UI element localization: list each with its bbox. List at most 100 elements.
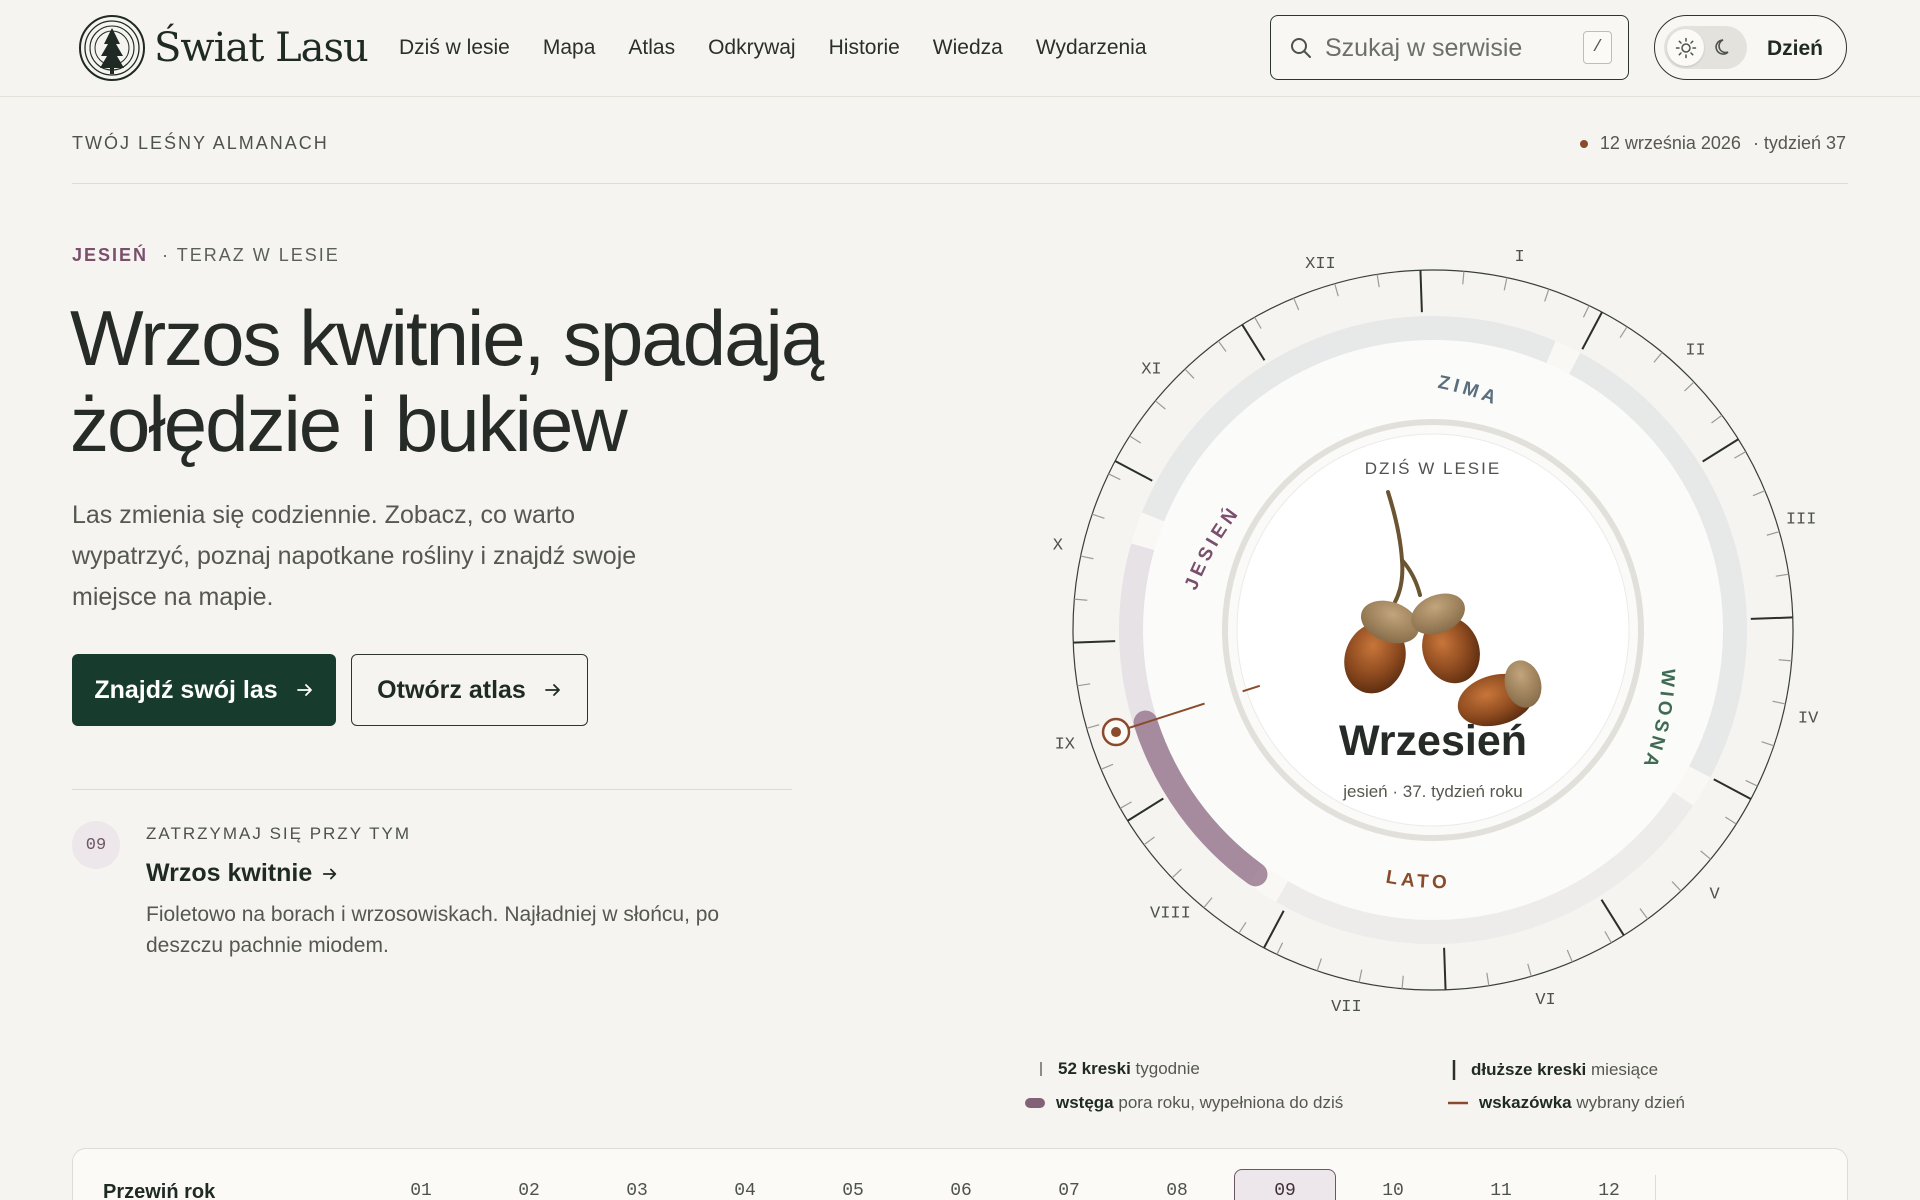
tip-kicker: ZATRZYMAJ SIĘ PRZY TYM [146, 824, 412, 843]
month-button-12[interactable]: 12 [1555, 1169, 1663, 1200]
week-tick [1080, 555, 1094, 560]
find-forest-button[interactable]: Znajdź swój las [72, 654, 336, 726]
week-tick [1276, 942, 1284, 955]
search-box: / [1270, 15, 1629, 80]
month-tick-icon [1452, 1060, 1456, 1080]
month-button-09[interactable]: 09 [1234, 1169, 1336, 1200]
month-button-11[interactable]: 11 [1447, 1169, 1555, 1200]
month-button-10[interactable]: 10 [1339, 1169, 1447, 1200]
hand-line-icon [1448, 1101, 1468, 1105]
date-dot-icon [1579, 139, 1588, 148]
tree-rings-logo-icon [79, 15, 145, 81]
month-button-03[interactable]: 03 [583, 1169, 691, 1200]
legend-band-bold: wstęga [1056, 1093, 1114, 1112]
logo[interactable]: Świat Lasu [78, 14, 369, 82]
season-name: JESIEŃ [72, 245, 149, 265]
legend-months-bold: dłuższe kreski [1471, 1060, 1587, 1079]
week-tick [1778, 659, 1792, 662]
week-tick [1171, 868, 1182, 879]
nav-odkrywaj[interactable]: Odkrywaj [708, 36, 796, 60]
week-tick [1711, 414, 1723, 424]
month-tick [1114, 460, 1153, 482]
search-shortcut-key: / [1583, 31, 1612, 64]
week-tick [1184, 368, 1195, 379]
dial-month-label: X [1053, 536, 1063, 555]
hand-knob-center [1111, 727, 1122, 738]
site-header: Świat Lasu Dziś w lesie Mapa Atlas Odkry… [0, 0, 1920, 97]
month-button-02[interactable]: 02 [475, 1169, 583, 1200]
nav-atlas[interactable]: Atlas [628, 36, 675, 60]
tip-title: Wrzos kwitnie [146, 859, 313, 887]
week-tick [1100, 763, 1114, 770]
month-selector: 01 02 03 04 05 06 07 08 09 10 11 12 [367, 1169, 1663, 1200]
divider [1655, 1175, 1656, 1200]
brand-name: Świat Lasu [154, 25, 369, 71]
legend-months: dłuższe kreski miesiące [1447, 1059, 1658, 1081]
week-tick [1108, 473, 1121, 481]
month-tick [1581, 311, 1603, 350]
week-tick [1217, 340, 1227, 352]
search-input[interactable] [1325, 30, 1565, 66]
legend-weeks-text: tygodnie [1135, 1059, 1200, 1078]
dial-month-label: VII [1331, 998, 1362, 1017]
week-tick [1091, 513, 1105, 519]
week-tick [1527, 963, 1532, 977]
week-tick [1752, 490, 1766, 497]
almanach-label: TWÓJ LEŚNY ALMANACH [72, 133, 329, 153]
week-tick-icon [1040, 1062, 1042, 1076]
nav-historie[interactable]: Historie [829, 36, 900, 60]
dial-center-title: Wrzesień [1339, 717, 1527, 765]
dial-month-label: IV [1798, 710, 1819, 729]
month-tick [1073, 640, 1116, 644]
open-atlas-button[interactable]: Otwórz atlas [351, 654, 588, 726]
nav-mapa[interactable]: Mapa [543, 36, 596, 60]
legend-weeks: 52 kreski tygodnie [1034, 1059, 1200, 1079]
week-tick [1376, 274, 1380, 288]
week-tick [1745, 779, 1758, 787]
season-dial[interactable]: IIIIIIIVVVIVIIVIIIIXXXIXII ZIMA WIOSNA L… [1000, 230, 1866, 1030]
week-tick [1293, 297, 1300, 311]
month-button-06[interactable]: 06 [907, 1169, 1015, 1200]
dial-month-label: IX [1055, 736, 1075, 755]
week-tick [1143, 836, 1155, 846]
week-tick [1358, 969, 1363, 983]
week-tick [1119, 801, 1132, 809]
moon-icon [1715, 39, 1729, 55]
tip-number-badge: 09 [72, 821, 120, 869]
week-tick [1401, 975, 1404, 989]
week-tick [1761, 741, 1775, 747]
dial-center-kicker: DZIŚ W LESIE [1365, 459, 1501, 478]
hero-title: Wrzos kwitnie, spadają żołędzie i bukiew [70, 294, 824, 468]
nav-wydarzenia[interactable]: Wydarzenia [1036, 36, 1147, 60]
month-tick [1443, 947, 1447, 990]
month-button-01[interactable]: 01 [367, 1169, 475, 1200]
dial-month-label: XII [1305, 255, 1336, 274]
month-button-08[interactable]: 08 [1123, 1169, 1231, 1200]
theme-label: Dzień [1767, 37, 1824, 60]
season-tag: JESIEŃ · TERAZ W LESIE [72, 245, 340, 266]
date-info: 12 września 2026 · tydzień 37 [1579, 133, 1846, 154]
month-button-07[interactable]: 07 [1015, 1169, 1123, 1200]
find-forest-label: Znajdź swój las [94, 675, 278, 704]
divider [72, 789, 792, 790]
theme-toggle[interactable] [1664, 26, 1747, 69]
legend-band-text: pora roku, wypełniona do dziś [1118, 1093, 1344, 1112]
month-button-04[interactable]: 04 [691, 1169, 799, 1200]
month-button-05[interactable]: 05 [799, 1169, 907, 1200]
week-tick [1766, 531, 1780, 536]
search-icon [1291, 38, 1311, 58]
week-tick [1724, 816, 1737, 825]
legend-weeks-bold: 52 kreski [1058, 1059, 1131, 1078]
month-tick [1702, 438, 1739, 463]
nav-dzis-w-lesie[interactable]: Dziś w lesie [399, 36, 510, 60]
year-scrubber: Przewiń rok 01 02 03 04 05 06 07 08 09 10 11 12 [72, 1148, 1848, 1200]
week-tick [1486, 972, 1490, 986]
tip-title-link[interactable]: Wrzos kwitnie [146, 859, 338, 888]
week-tick [1129, 435, 1142, 444]
theme-switcher[interactable]: Dzień [1654, 15, 1847, 80]
legend-band: wstęga pora roku, wypełniona do dziś [1024, 1093, 1343, 1113]
arrow-right-icon [323, 868, 337, 879]
week-tick [1074, 598, 1088, 601]
dial-month-label: XI [1141, 360, 1161, 379]
nav-wiedza[interactable]: Wiedza [933, 36, 1003, 60]
